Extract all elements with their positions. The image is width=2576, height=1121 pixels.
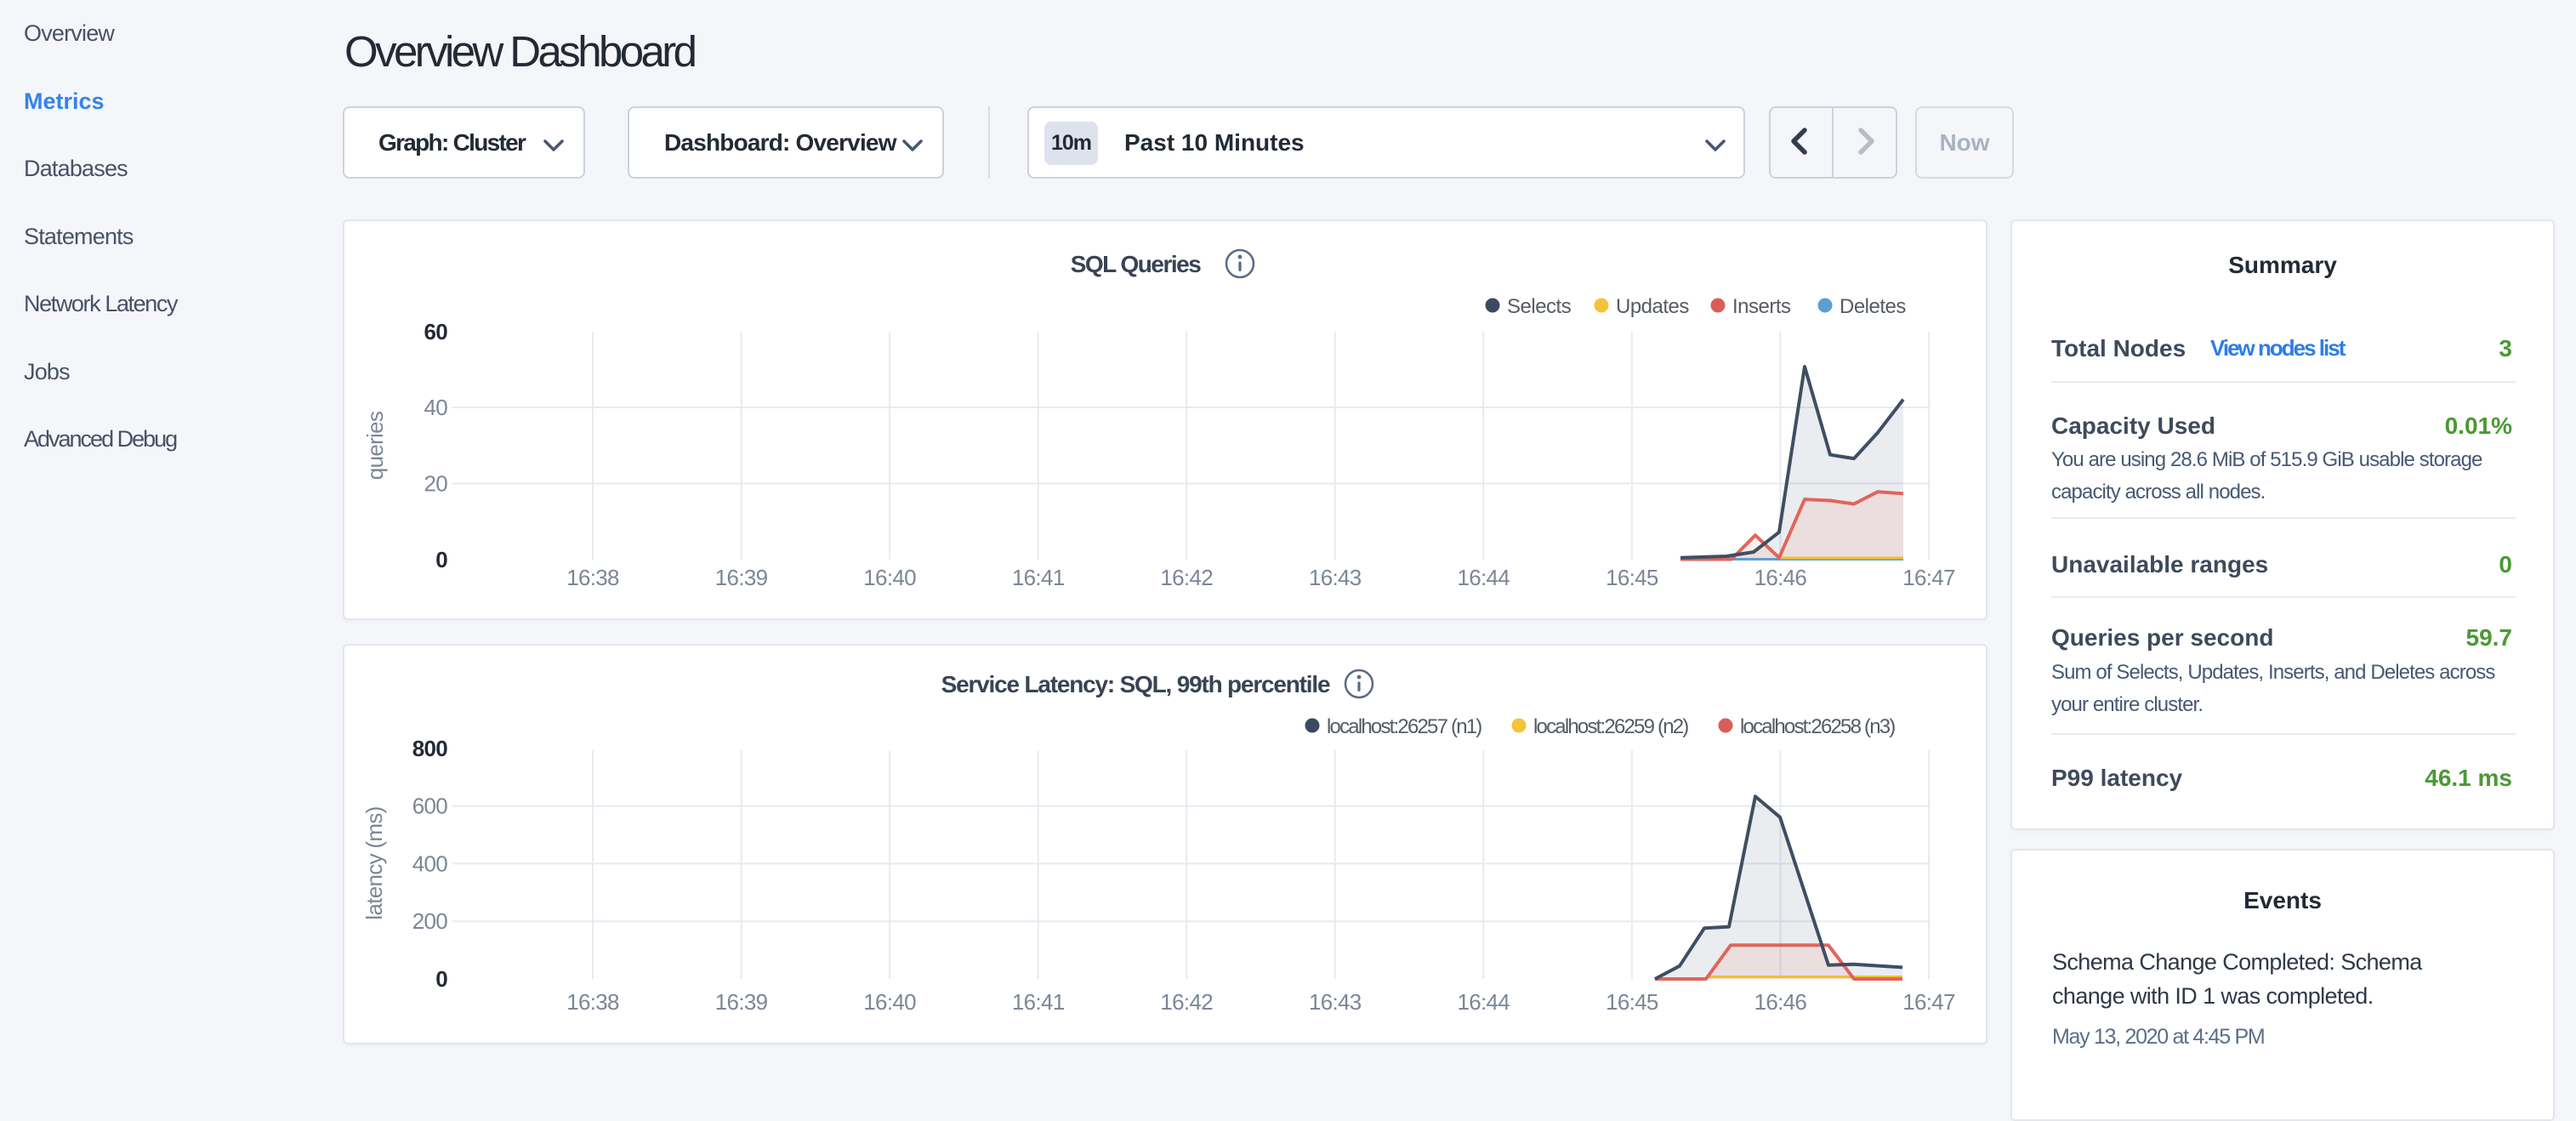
svg-text:16:38: 16:38	[566, 989, 619, 1015]
svg-text:Service Latency: SQL, 99th per: Service Latency: SQL, 99th percentile	[941, 671, 1330, 697]
svg-text:16:46: 16:46	[1754, 989, 1807, 1015]
svg-text:localhost:26257 (n1): localhost:26257 (n1)	[1327, 715, 1481, 738]
svg-text:200: 200	[412, 908, 448, 934]
svg-text:SQL Queries: SQL Queries	[1071, 251, 1202, 277]
svg-text:16:40: 16:40	[863, 565, 916, 590]
svg-text:400: 400	[412, 851, 448, 876]
svg-text:16:42: 16:42	[1160, 989, 1213, 1015]
svg-text:16:45: 16:45	[1606, 989, 1658, 1015]
svg-text:Selects: Selects	[1507, 295, 1572, 318]
svg-text:0: 0	[435, 547, 447, 572]
svg-text:16:41: 16:41	[1012, 565, 1065, 590]
svg-text:localhost:26258 (n3): localhost:26258 (n3)	[1740, 715, 1895, 738]
svg-text:Updates: Updates	[1616, 295, 1689, 318]
svg-text:16:44: 16:44	[1458, 565, 1510, 590]
svg-text:16:38: 16:38	[566, 565, 619, 590]
svg-text:16:47: 16:47	[1902, 989, 1955, 1015]
svg-text:16:40: 16:40	[863, 989, 916, 1015]
svg-text:queries: queries	[362, 411, 388, 480]
svg-text:16:44: 16:44	[1458, 989, 1510, 1015]
svg-text:16:46: 16:46	[1754, 565, 1807, 590]
svg-text:16:41: 16:41	[1012, 989, 1065, 1015]
svg-text:40: 40	[424, 395, 447, 420]
svg-text:latency (ms): latency (ms)	[361, 806, 387, 919]
svg-text:800: 800	[412, 736, 448, 761]
svg-text:60: 60	[424, 319, 447, 344]
svg-text:16:47: 16:47	[1902, 565, 1955, 590]
svg-text:16:39: 16:39	[715, 989, 768, 1015]
svg-text:localhost:26259 (n2): localhost:26259 (n2)	[1533, 715, 1688, 738]
svg-text:Inserts: Inserts	[1732, 295, 1791, 318]
svg-text:16:43: 16:43	[1309, 989, 1362, 1015]
svg-text:Deletes: Deletes	[1840, 295, 1906, 318]
svg-text:0: 0	[435, 966, 447, 992]
svg-text:16:43: 16:43	[1309, 565, 1362, 590]
svg-text:16:45: 16:45	[1606, 565, 1658, 590]
svg-text:20: 20	[424, 471, 447, 497]
svg-text:16:42: 16:42	[1160, 565, 1213, 590]
svg-text:16:39: 16:39	[715, 565, 768, 590]
svg-text:600: 600	[412, 794, 448, 819]
